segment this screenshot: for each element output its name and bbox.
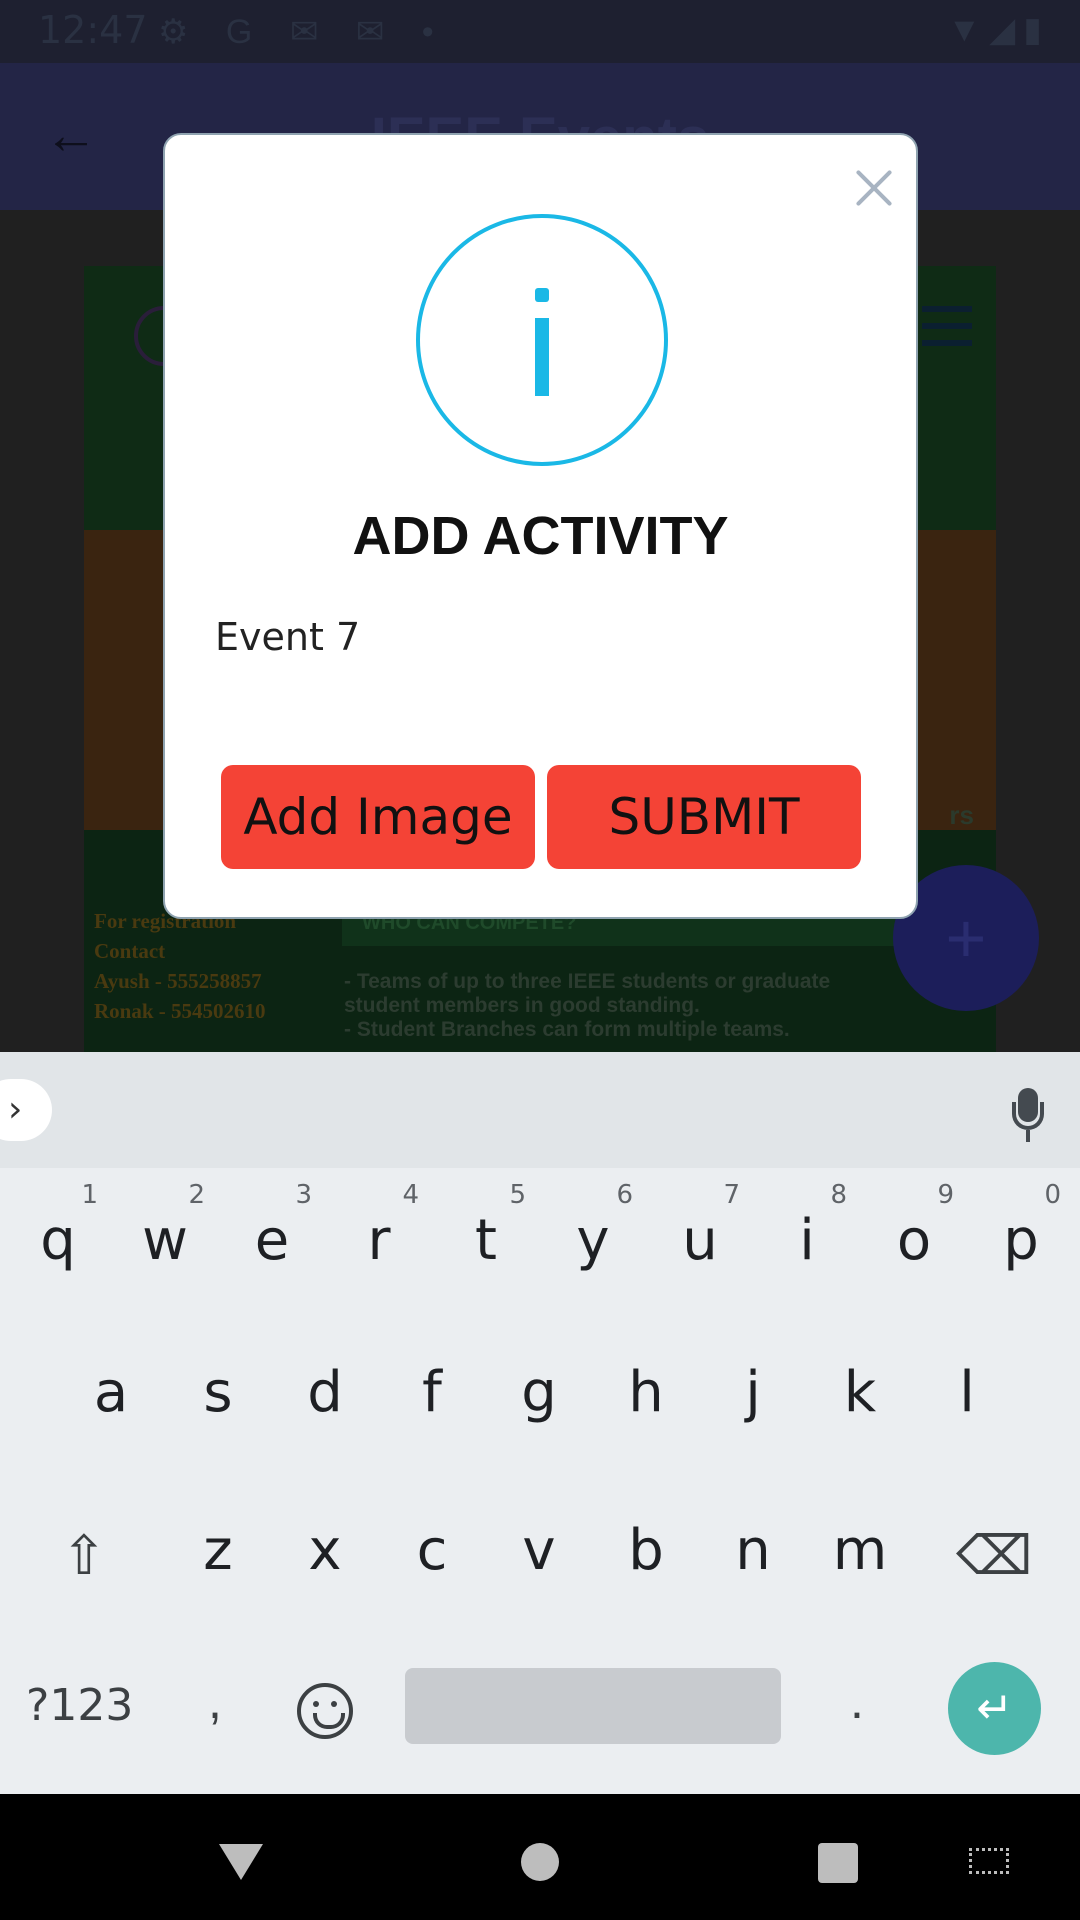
key-t[interactable]: 5t <box>436 1180 536 1273</box>
key-k[interactable]: k <box>810 1360 910 1425</box>
key-e[interactable]: 3e <box>222 1180 322 1273</box>
status-time: 12:47 <box>38 8 148 52</box>
key-n[interactable]: n <box>703 1518 803 1583</box>
key-y[interactable]: 6y <box>543 1180 643 1273</box>
key-z[interactable]: z <box>168 1518 268 1583</box>
key-v[interactable]: v <box>489 1518 589 1583</box>
poster-menu-icon <box>922 306 972 346</box>
nav-home-icon[interactable] <box>521 1843 559 1881</box>
activity-name-input[interactable]: Event 7 <box>215 615 865 675</box>
keyboard-switch-icon[interactable] <box>969 1848 1009 1874</box>
key-d[interactable]: d <box>275 1360 375 1425</box>
backspace-icon[interactable]: ⌫ <box>944 1524 1044 1604</box>
key-q[interactable]: 1q <box>8 1180 108 1273</box>
shift-icon[interactable]: ⇧ <box>34 1524 134 1604</box>
info-icon <box>416 214 668 466</box>
period-key[interactable]: . <box>850 1672 864 1730</box>
system-nav-bar <box>0 1794 1080 1920</box>
key-f[interactable]: f <box>382 1360 482 1425</box>
notification-icons: ⚙ G ✉ ✉ • <box>158 13 448 51</box>
key-i[interactable]: 8i <box>757 1180 857 1273</box>
add-image-button[interactable]: Add Image <box>221 765 535 869</box>
enter-button[interactable]: ↵ <box>948 1662 1041 1755</box>
dialog-title: ADD ACTIVITY <box>352 506 729 566</box>
poster-teams-text: - Teams of up to three IEEE students or … <box>344 970 831 1041</box>
key-x[interactable]: x <box>275 1518 375 1583</box>
key-s[interactable]: s <box>168 1360 268 1425</box>
poster-side-text: rs <box>949 800 974 830</box>
status-bar: 12:47 ⚙ G ✉ ✉ • ▼◢▮ <box>0 0 1080 63</box>
keyboard: 1q 2w 3e 4r 5t 6y 7u 8i 9o 0p a s d f g … <box>0 1168 1080 1794</box>
system-icons: ▼◢▮ <box>947 11 1050 49</box>
plus-icon: + <box>945 899 987 977</box>
keyboard-suggestion-strip: › <box>0 1052 1080 1168</box>
chevron-right-icon: › <box>8 1089 23 1130</box>
symbols-key[interactable]: ?123 <box>26 1680 133 1731</box>
nav-back-icon[interactable] <box>219 1844 263 1880</box>
enter-icon: ↵ <box>976 1683 1013 1734</box>
emoji-icon[interactable] <box>297 1683 353 1739</box>
comma-key[interactable]: , <box>208 1672 222 1730</box>
key-c[interactable]: c <box>382 1518 482 1583</box>
key-h[interactable]: h <box>596 1360 696 1425</box>
key-m[interactable]: m <box>810 1518 910 1583</box>
nav-recents-icon[interactable] <box>818 1843 858 1883</box>
submit-button[interactable]: SUBMIT <box>547 765 861 869</box>
key-w[interactable]: 2w <box>115 1180 215 1273</box>
key-j[interactable]: j <box>703 1360 803 1425</box>
key-p[interactable]: 0p <box>971 1180 1071 1273</box>
poster-registration: For registration Contact Ayush - 5552588… <box>94 909 266 1023</box>
space-bar[interactable] <box>405 1668 781 1744</box>
key-g[interactable]: g <box>489 1360 589 1425</box>
add-activity-dialog: ADD ACTIVITY Event 7 Add Image SUBMIT <box>163 133 918 919</box>
key-r[interactable]: 4r <box>329 1180 429 1273</box>
microphone-icon[interactable] <box>1012 1088 1044 1148</box>
key-o[interactable]: 9o <box>864 1180 964 1273</box>
key-u[interactable]: 7u <box>650 1180 750 1273</box>
close-icon[interactable] <box>846 160 902 216</box>
expand-toolbar-button[interactable]: › <box>0 1079 52 1141</box>
key-a[interactable]: a <box>61 1360 161 1425</box>
key-l[interactable]: l <box>917 1360 1017 1425</box>
key-b[interactable]: b <box>596 1518 696 1583</box>
